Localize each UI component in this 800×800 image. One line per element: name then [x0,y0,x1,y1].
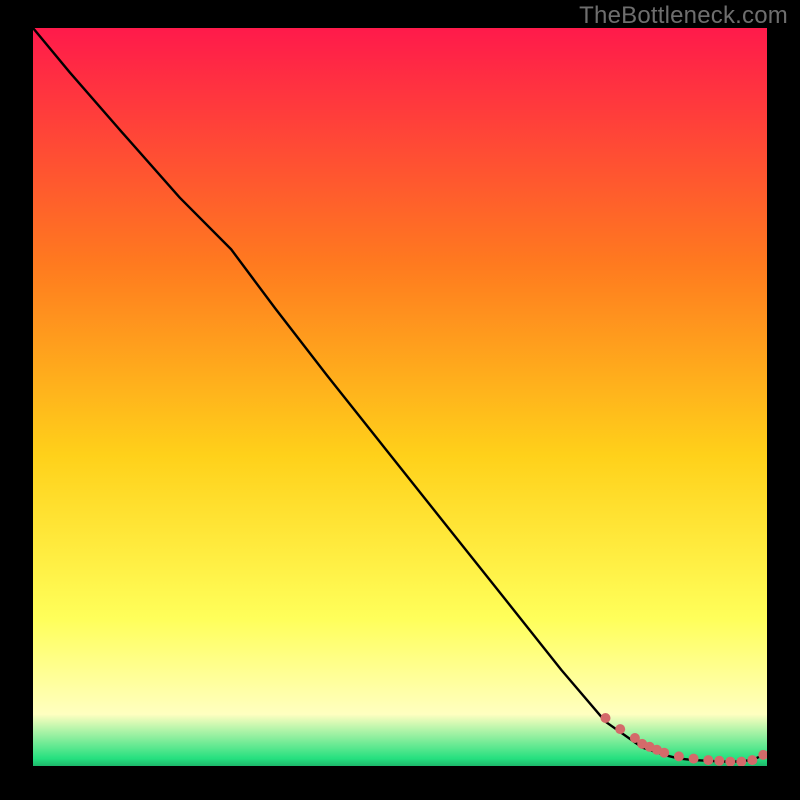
highlight-marker [703,755,713,765]
highlight-marker [689,754,699,764]
highlight-marker [615,724,625,734]
highlight-marker [747,755,757,765]
chart-frame: TheBottleneck.com [0,0,800,800]
highlight-marker [601,713,611,723]
highlight-marker [714,756,724,766]
watermark-text: TheBottleneck.com [579,2,788,30]
gradient-background [33,28,767,766]
plot-area [33,28,767,766]
plot-canvas [33,28,767,766]
highlight-marker [659,748,669,758]
highlight-marker [674,751,684,761]
